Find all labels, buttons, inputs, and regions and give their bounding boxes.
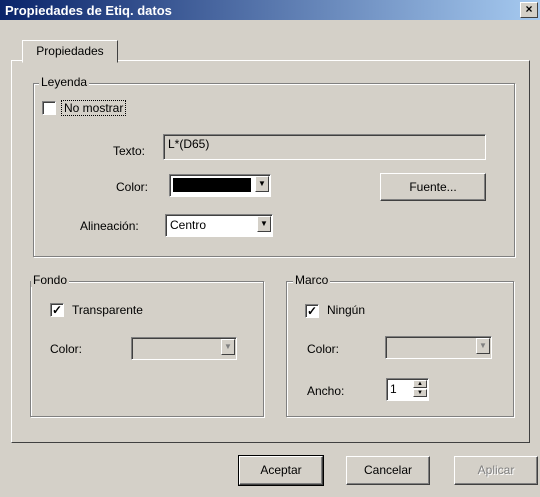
fondo-legend: Fondo: [31, 273, 70, 287]
marco-legend: Marco: [293, 273, 331, 287]
ancho-spinner[interactable]: 1 ▲ ▼: [386, 378, 429, 401]
fondo-color-select[interactable]: ▼: [131, 337, 237, 360]
ningun-label[interactable]: Ningún: [327, 303, 365, 317]
spin-down-icon[interactable]: ▼: [413, 389, 427, 397]
alineacion-value: Centro: [170, 218, 207, 232]
check-icon: ✓: [306, 304, 318, 318]
chevron-down-icon[interactable]: ▼: [476, 338, 490, 354]
spin-up-icon[interactable]: ▲: [413, 380, 427, 388]
chevron-down-icon[interactable]: ▼: [221, 339, 235, 355]
close-button[interactable]: ×: [520, 2, 538, 18]
tab-propiedades[interactable]: Propiedades: [22, 40, 118, 63]
transparente-checkbox[interactable]: ✓: [50, 303, 64, 317]
close-icon: ×: [525, 2, 533, 16]
chevron-down-icon[interactable]: ▼: [255, 176, 269, 192]
no-mostrar-checkbox[interactable]: [42, 101, 56, 115]
alineacion-select[interactable]: Centro ▼: [165, 214, 273, 237]
ancho-value: 1: [390, 382, 397, 396]
window-title: Propiedades de Etiq. datos: [5, 3, 172, 18]
transparente-label[interactable]: Transparente: [72, 303, 143, 317]
ancho-label: Ancho:: [307, 384, 345, 398]
no-mostrar-label[interactable]: No mostrar: [61, 100, 127, 116]
aplicar-button[interactable]: Aplicar: [454, 456, 538, 485]
chevron-down-icon[interactable]: ▼: [257, 216, 271, 232]
ningun-checkbox[interactable]: ✓: [305, 304, 319, 318]
color-swatch: [173, 178, 251, 192]
color-select[interactable]: ▼: [169, 174, 271, 197]
texto-field[interactable]: L*(D65): [163, 134, 486, 160]
alineacion-label: Alineación:: [80, 219, 139, 233]
leyenda-legend: Leyenda: [39, 75, 90, 89]
cancelar-button[interactable]: Cancelar: [346, 456, 430, 485]
aceptar-button[interactable]: Aceptar: [238, 455, 324, 486]
marco-color-select[interactable]: ▼: [385, 336, 492, 359]
check-icon: ✓: [51, 303, 63, 317]
texto-label: Texto:: [113, 144, 146, 158]
fondo-color-label: Color:: [50, 342, 83, 356]
marco-color-label: Color:: [307, 342, 340, 356]
fuente-button[interactable]: Fuente...: [380, 173, 486, 201]
color-label: Color:: [116, 180, 149, 194]
texto-value: L*(D65): [168, 137, 210, 151]
